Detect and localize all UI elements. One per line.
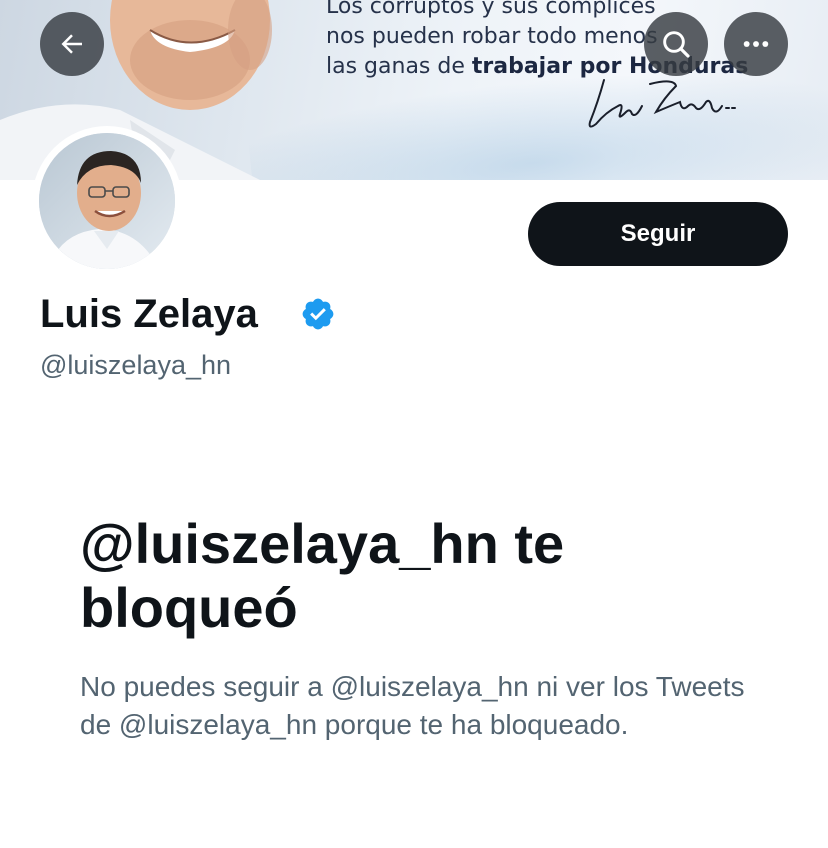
search-icon [663,31,690,58]
back-button[interactable] [40,12,104,76]
follow-button[interactable]: Seguir [528,202,788,266]
avatar-image [39,133,175,269]
profile-handle: @luiszelaya_hn [40,350,232,380]
slogan-line-3-prefix: las ganas de [326,54,472,79]
blocked-message: No puedes seguir a @luiszelaya_hn ni ver… [80,671,745,740]
avatar-photo [39,133,175,269]
search-button[interactable] [644,12,708,76]
slogan-line-1: Los corruptos y sus cómplices [326,0,656,19]
display-name: Luis Zelaya [40,292,258,336]
verified-badge-icon [302,298,334,330]
more-options-button[interactable] [724,12,788,76]
more-horizontal-icon [743,41,769,47]
signature-image [588,79,736,128]
blocked-title: @luiszelaya_hn te bloqueó [80,512,565,639]
profile-avatar[interactable] [32,126,182,276]
arrow-left-icon [61,34,82,54]
